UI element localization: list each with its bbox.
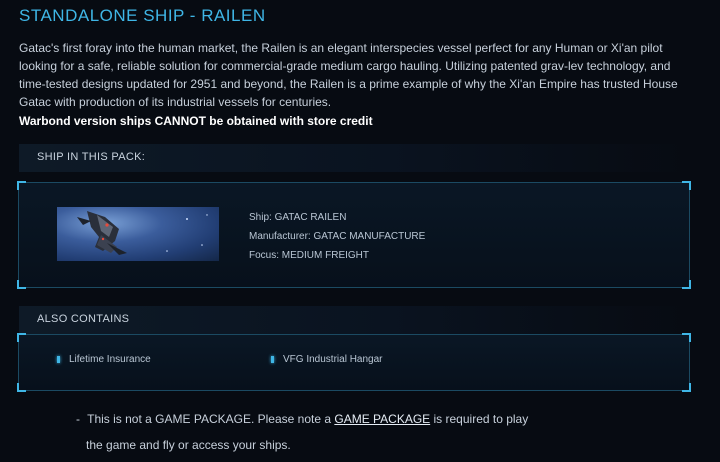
description: Gatac's first foray into the human marke… [19, 39, 699, 130]
description-text: Gatac's first foray into the human marke… [19, 41, 678, 109]
note-text-before: This is not a GAME PACKAGE. Please note … [87, 412, 332, 426]
list-item: Lifetime Insurance [57, 354, 151, 365]
ship-section-label: SHIP IN THIS PACK: [37, 151, 146, 163]
corner-bracket-icon [682, 280, 691, 289]
note-dash: - [76, 412, 80, 426]
note-line-1: - This is not a GAME PACKAGE. Please not… [76, 406, 528, 432]
contains-section-label: ALSO CONTAINS [37, 313, 130, 325]
note-line-2: the game and fly or access your ships. [86, 438, 291, 452]
ship-icon [77, 211, 208, 255]
note-text-after: is required to play [433, 412, 529, 426]
game-package-link[interactable]: GAME PACKAGE [334, 412, 430, 426]
corner-bracket-icon [17, 333, 26, 342]
corner-bracket-icon [682, 333, 691, 342]
warbond-warning: Warbond version ships CANNOT be obtained… [19, 114, 373, 128]
contains-item-label: VFG Industrial Hangar [283, 354, 383, 365]
ship-info: Ship: GATAC RAILEN Manufacturer: GATAC M… [249, 208, 425, 265]
game-package-note: - This is not a GAME PACKAGE. Please not… [76, 406, 528, 458]
ship-thumbnail[interactable] [57, 207, 219, 261]
corner-bracket-icon [682, 383, 691, 392]
corner-bracket-icon [17, 383, 26, 392]
contains-panel: Lifetime Insurance VFG Industrial Hangar [17, 333, 691, 392]
bullet-icon [57, 356, 60, 363]
page-title: STANDALONE SHIP - RAILEN [19, 6, 266, 25]
ship-name: Ship: GATAC RAILEN [249, 212, 347, 223]
contains-item-label: Lifetime Insurance [69, 354, 151, 365]
corner-bracket-icon [682, 181, 691, 190]
ship-panel: Ship: GATAC RAILEN Manufacturer: GATAC M… [17, 181, 691, 289]
corner-bracket-icon [17, 280, 26, 289]
ship-focus: Focus: MEDIUM FREIGHT [249, 250, 370, 261]
corner-bracket-icon [17, 181, 26, 190]
ship-section-header: SHIP IN THIS PACK: [19, 144, 689, 172]
list-item: VFG Industrial Hangar [271, 354, 383, 365]
contains-section-header: ALSO CONTAINS [19, 306, 689, 334]
bullet-icon [271, 356, 274, 363]
ship-manufacturer: Manufacturer: GATAC MANUFACTURE [249, 231, 426, 242]
